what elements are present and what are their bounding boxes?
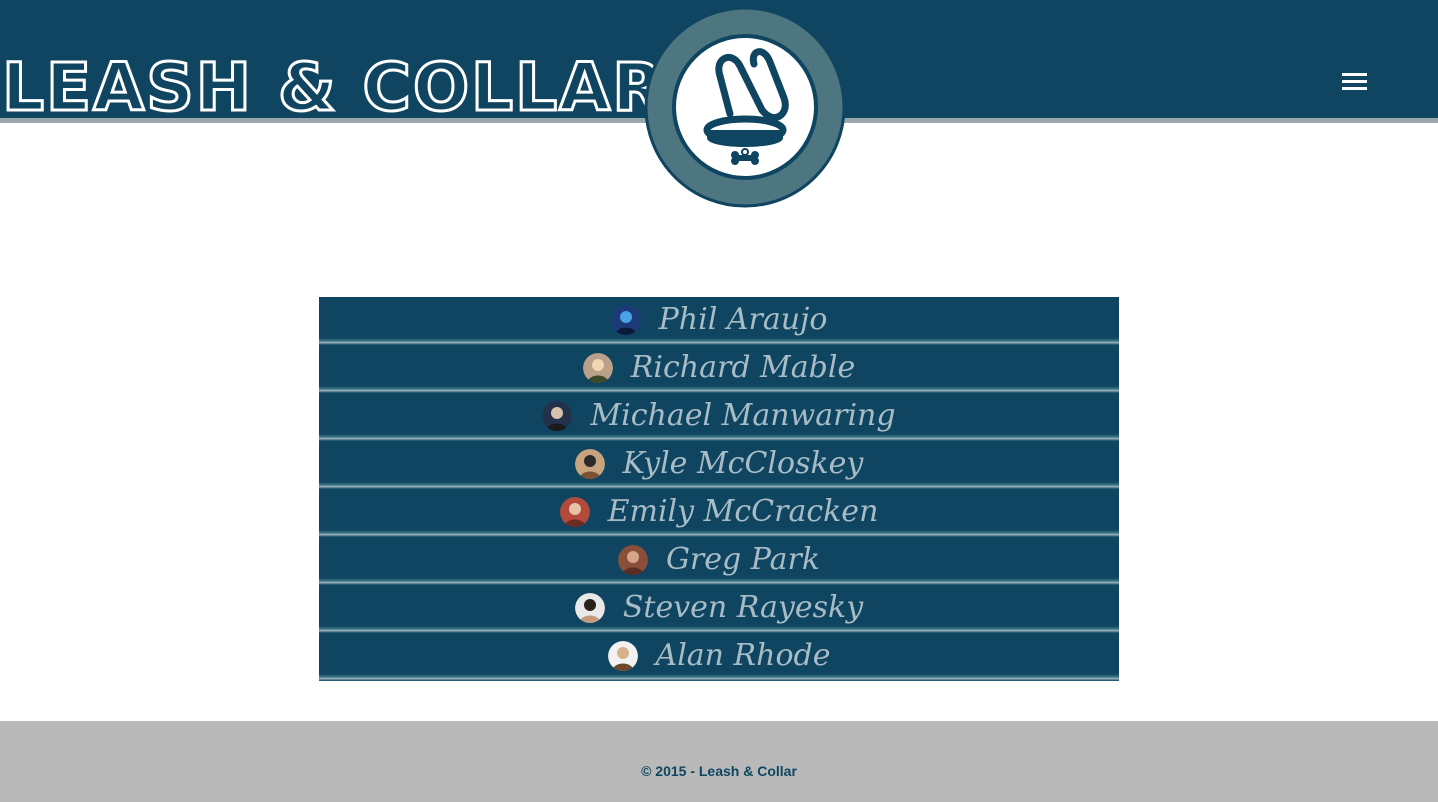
hamburger-menu-icon[interactable] xyxy=(1338,68,1370,96)
team-member-content: Kyle McCloskey xyxy=(574,446,864,484)
team-member-content: Phil Araujo xyxy=(610,302,828,340)
avatar xyxy=(574,449,605,479)
site-footer: © 2015 - Leash & Collar xyxy=(0,721,1438,802)
team-member-row[interactable]: Kyle McCloskey xyxy=(319,441,1119,489)
team-member-name: Greg Park xyxy=(665,542,821,577)
leash-collar-logo-icon xyxy=(644,6,846,208)
team-member-name: Emily McCracken xyxy=(607,494,879,529)
team-member-row[interactable]: Michael Manwaring xyxy=(319,393,1119,441)
team-member-content: Emily McCracken xyxy=(559,494,879,532)
team-member-content: Alan Rhode xyxy=(607,638,831,676)
team-member-name: Richard Mable xyxy=(630,350,856,385)
avatar xyxy=(610,305,641,335)
team-member-row[interactable]: Emily McCracken xyxy=(319,489,1119,537)
team-member-name: Kyle McCloskey xyxy=(622,446,864,481)
team-list: Phil Araujo Richard Mable Michael Manwarin… xyxy=(319,297,1119,681)
avatar xyxy=(617,545,648,575)
avatar xyxy=(542,401,573,431)
logo-badge[interactable] xyxy=(644,6,846,208)
avatar xyxy=(559,497,590,527)
team-member-row[interactable]: Richard Mable xyxy=(319,345,1119,393)
avatar xyxy=(574,593,605,623)
avatar xyxy=(582,353,613,383)
avatar xyxy=(607,641,638,671)
team-member-name: Michael Manwaring xyxy=(590,398,896,433)
team-member-name: Alan Rhode xyxy=(655,638,831,673)
team-member-content: Steven Rayesky xyxy=(574,590,864,628)
team-member-row[interactable]: Phil Araujo xyxy=(319,297,1119,345)
team-member-name: Phil Araujo xyxy=(658,302,828,337)
team-member-content: Greg Park xyxy=(617,542,821,580)
team-member-row[interactable]: Greg Park xyxy=(319,537,1119,585)
team-member-row[interactable]: Steven Rayesky xyxy=(319,585,1119,633)
brand-wordmark[interactable]: LEASH & COLLAR xyxy=(1,48,665,128)
team-member-name: Steven Rayesky xyxy=(622,590,864,625)
copyright-text: © 2015 - Leash & Collar xyxy=(641,763,797,779)
team-member-content: Richard Mable xyxy=(582,350,856,388)
team-member-content: Michael Manwaring xyxy=(542,398,896,436)
team-member-row[interactable]: Alan Rhode xyxy=(319,633,1119,681)
